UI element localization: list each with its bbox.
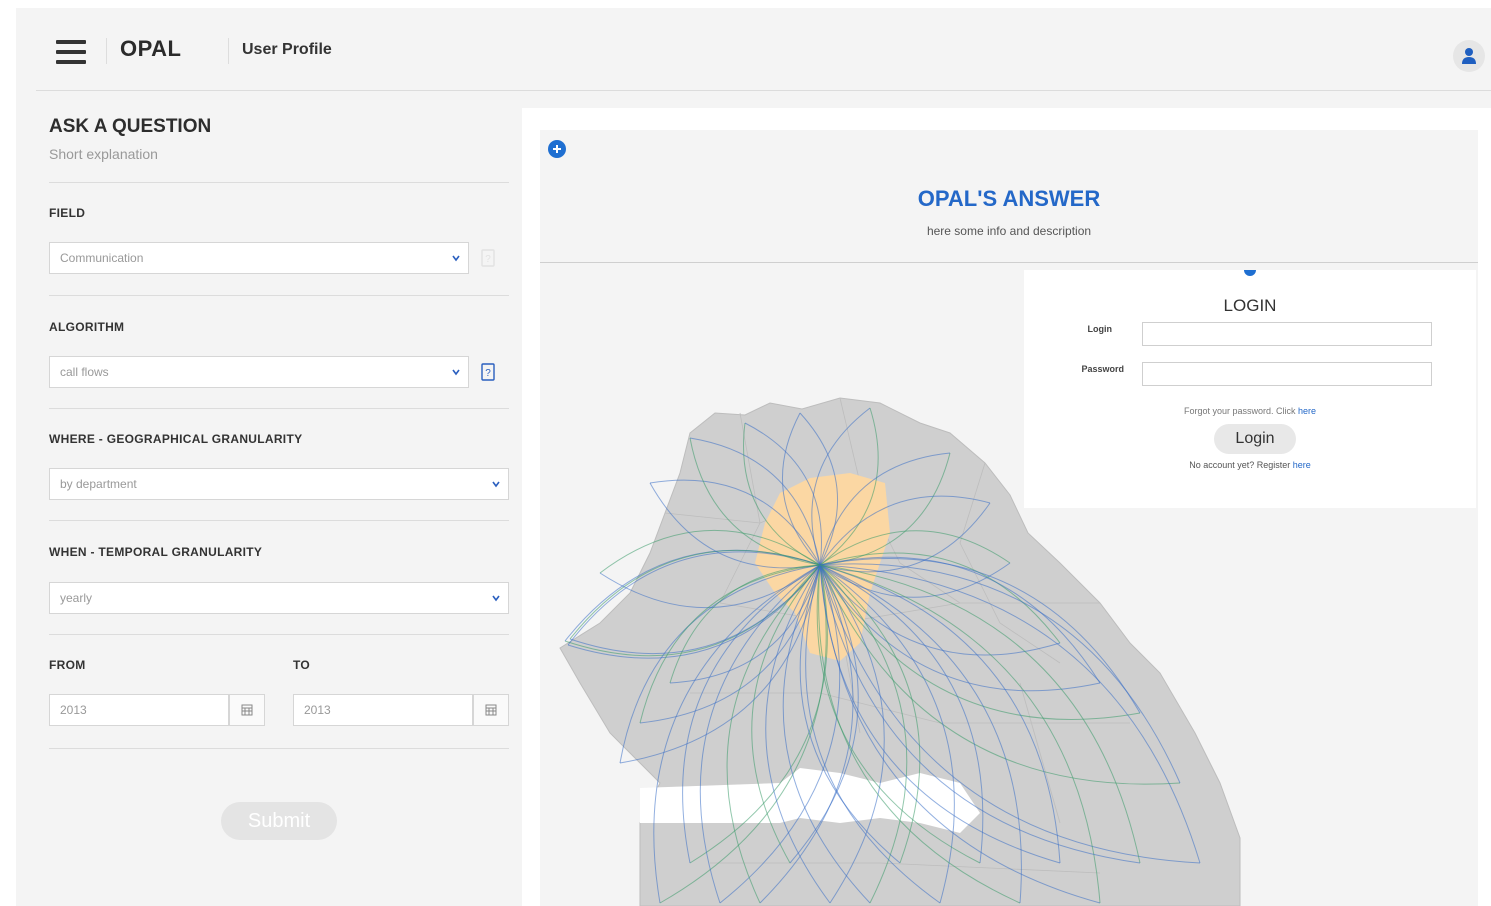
when-select-value: yearly — [60, 591, 93, 605]
password-input[interactable] — [1142, 362, 1432, 386]
calendar-icon — [485, 704, 497, 716]
question-subtitle: Short explanation — [49, 146, 158, 162]
field-select[interactable]: Communication — [49, 242, 469, 274]
question-panel: ASK A QUESTION Short explanation FIELD C… — [49, 116, 509, 762]
login-button[interactable]: Login — [1214, 424, 1296, 454]
question-title: ASK A QUESTION — [49, 116, 212, 137]
top-bar: OPAL User Profile — [36, 8, 1491, 91]
login-input[interactable] — [1142, 322, 1432, 346]
forgot-password-link[interactable]: here — [1298, 406, 1316, 416]
svg-text:?: ? — [485, 254, 491, 265]
help-doc-icon[interactable]: ? — [481, 249, 495, 267]
to-date-input[interactable]: 2013 — [293, 694, 473, 726]
from-label: FROM — [49, 658, 86, 672]
where-label: WHERE - GEOGRAPHICAL GRANULARITY — [49, 432, 303, 446]
register-text: No account yet? Register here — [1189, 460, 1311, 470]
answer-subtitle: here some info and description — [926, 224, 1092, 238]
to-label: TO — [293, 658, 311, 672]
answer-content: OPAL'S ANSWER here some info and descrip… — [540, 130, 1478, 906]
add-button[interactable] — [548, 140, 566, 158]
register-link[interactable]: here — [1293, 460, 1311, 470]
from-date-input[interactable]: 2013 — [49, 694, 229, 726]
answer-title: OPAL'S ANSWER — [917, 186, 1101, 211]
algorithm-select-value: call flows — [60, 365, 109, 379]
to-calendar-button[interactable] — [473, 694, 509, 726]
app-window: OPAL User Profile ASK A QUESTION Short e… — [16, 8, 1491, 906]
where-select-value: by department — [60, 477, 137, 491]
submit-button[interactable]: Submit — [221, 802, 337, 840]
chevron-down-icon — [452, 369, 460, 376]
menu-icon[interactable] — [56, 40, 86, 64]
algorithm-label: ALGORITHM — [49, 320, 125, 334]
login-title: LOGIN — [1223, 296, 1277, 315]
field-select-value: Communication — [60, 251, 144, 265]
from-calendar-button[interactable] — [229, 694, 265, 726]
forgot-password-text: Forgot your password. Click here — [1183, 406, 1317, 416]
divider — [106, 38, 107, 64]
login-indicator — [1244, 270, 1256, 276]
divider — [228, 38, 229, 64]
when-label: WHEN - TEMPORAL GRANULARITY — [49, 545, 263, 559]
chevron-down-icon — [452, 255, 460, 262]
login-box: LOGIN Login Password Forgot your passwor… — [1024, 270, 1476, 508]
chevron-down-icon — [492, 481, 500, 488]
to-date-value: 2013 — [304, 703, 331, 717]
svg-text:?: ? — [485, 368, 491, 379]
user-avatar[interactable] — [1453, 40, 1485, 72]
plus-icon — [553, 145, 561, 153]
when-select[interactable]: yearly — [49, 582, 509, 614]
login-field-label: Login — [1087, 324, 1113, 334]
user-icon — [1462, 48, 1476, 64]
answer-panel: OPAL'S ANSWER here some info and descrip… — [522, 108, 1491, 906]
help-doc-icon[interactable]: ? — [481, 363, 495, 381]
algorithm-select[interactable]: call flows — [49, 356, 469, 388]
nav-user-profile[interactable]: User Profile — [242, 41, 332, 59]
from-date-value: 2013 — [60, 703, 87, 717]
where-select[interactable]: by department — [49, 468, 509, 500]
chevron-down-icon — [492, 595, 500, 602]
brand-logo: OPAL — [120, 36, 182, 61]
password-field-label: Password — [1081, 364, 1124, 374]
calendar-icon — [241, 704, 253, 716]
field-label: FIELD — [49, 206, 86, 220]
